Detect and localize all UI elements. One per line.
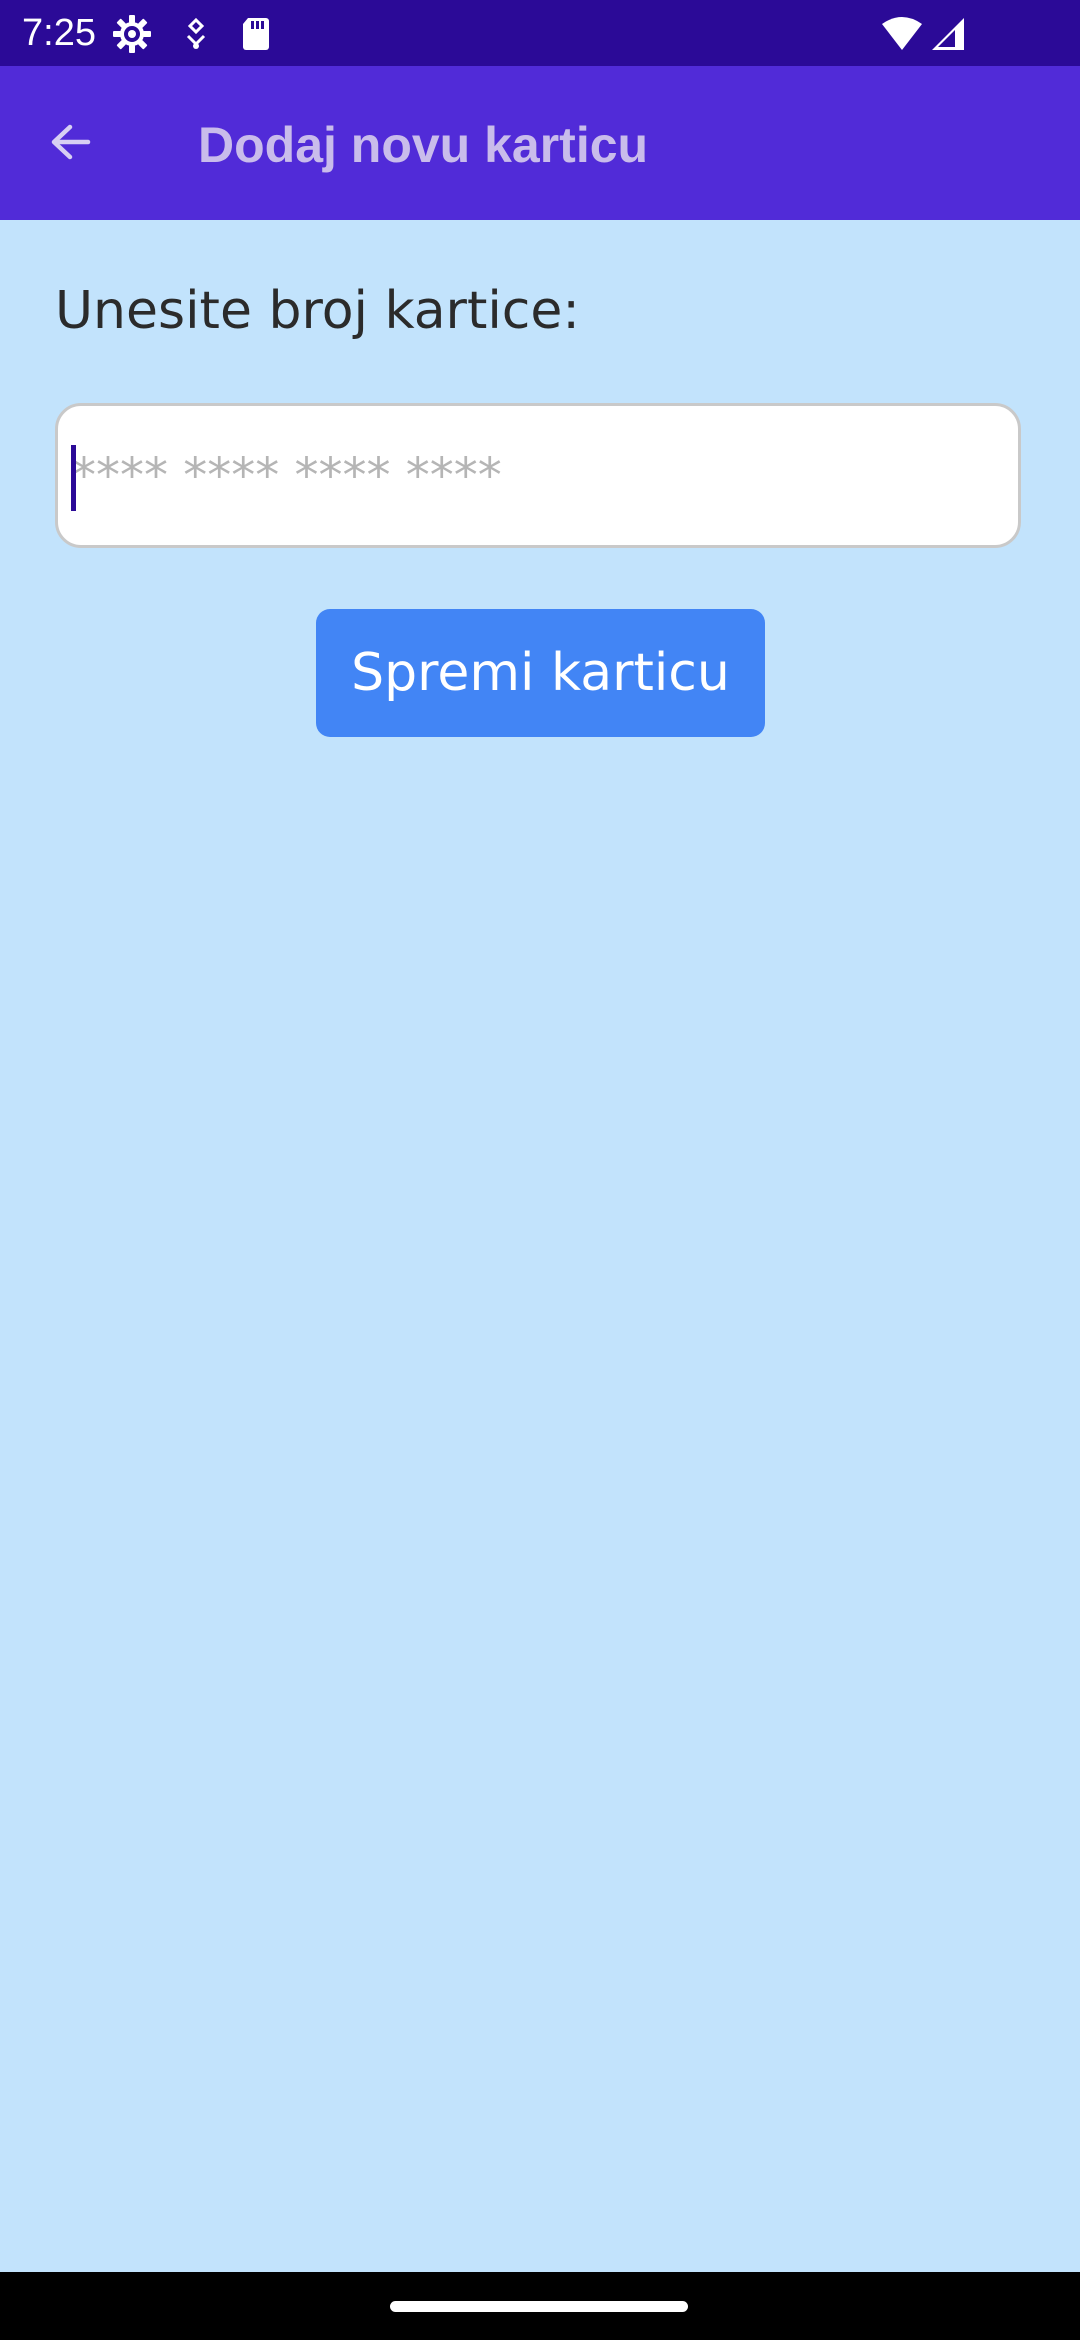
status-bar: 7:25 bbox=[0, 0, 1080, 66]
home-gesture-handle[interactable] bbox=[390, 2301, 688, 2312]
save-card-button[interactable]: Spremi karticu bbox=[316, 609, 765, 737]
cellular-signal-icon bbox=[928, 14, 968, 54]
card-number-input[interactable] bbox=[72, 440, 1002, 512]
system-navigation-bar bbox=[0, 2272, 1080, 2340]
add-card-form: Unesite broj kartice: Spremi karticu bbox=[0, 220, 1080, 2272]
card-number-field[interactable] bbox=[55, 403, 1021, 548]
wifi-icon bbox=[880, 14, 924, 54]
arrow-back-icon bbox=[46, 118, 94, 170]
text-cursor bbox=[71, 445, 76, 511]
status-time: 7:25 bbox=[22, 12, 96, 54]
app-bar: Dodaj novu karticu bbox=[0, 66, 1080, 220]
back-button[interactable] bbox=[30, 104, 110, 184]
sd-card-icon bbox=[236, 14, 276, 54]
card-number-label: Unesite broj kartice: bbox=[55, 281, 580, 341]
settings-gear-icon bbox=[112, 14, 152, 54]
page-title: Dodaj novu karticu bbox=[198, 117, 649, 173]
notification-icon bbox=[176, 14, 216, 54]
